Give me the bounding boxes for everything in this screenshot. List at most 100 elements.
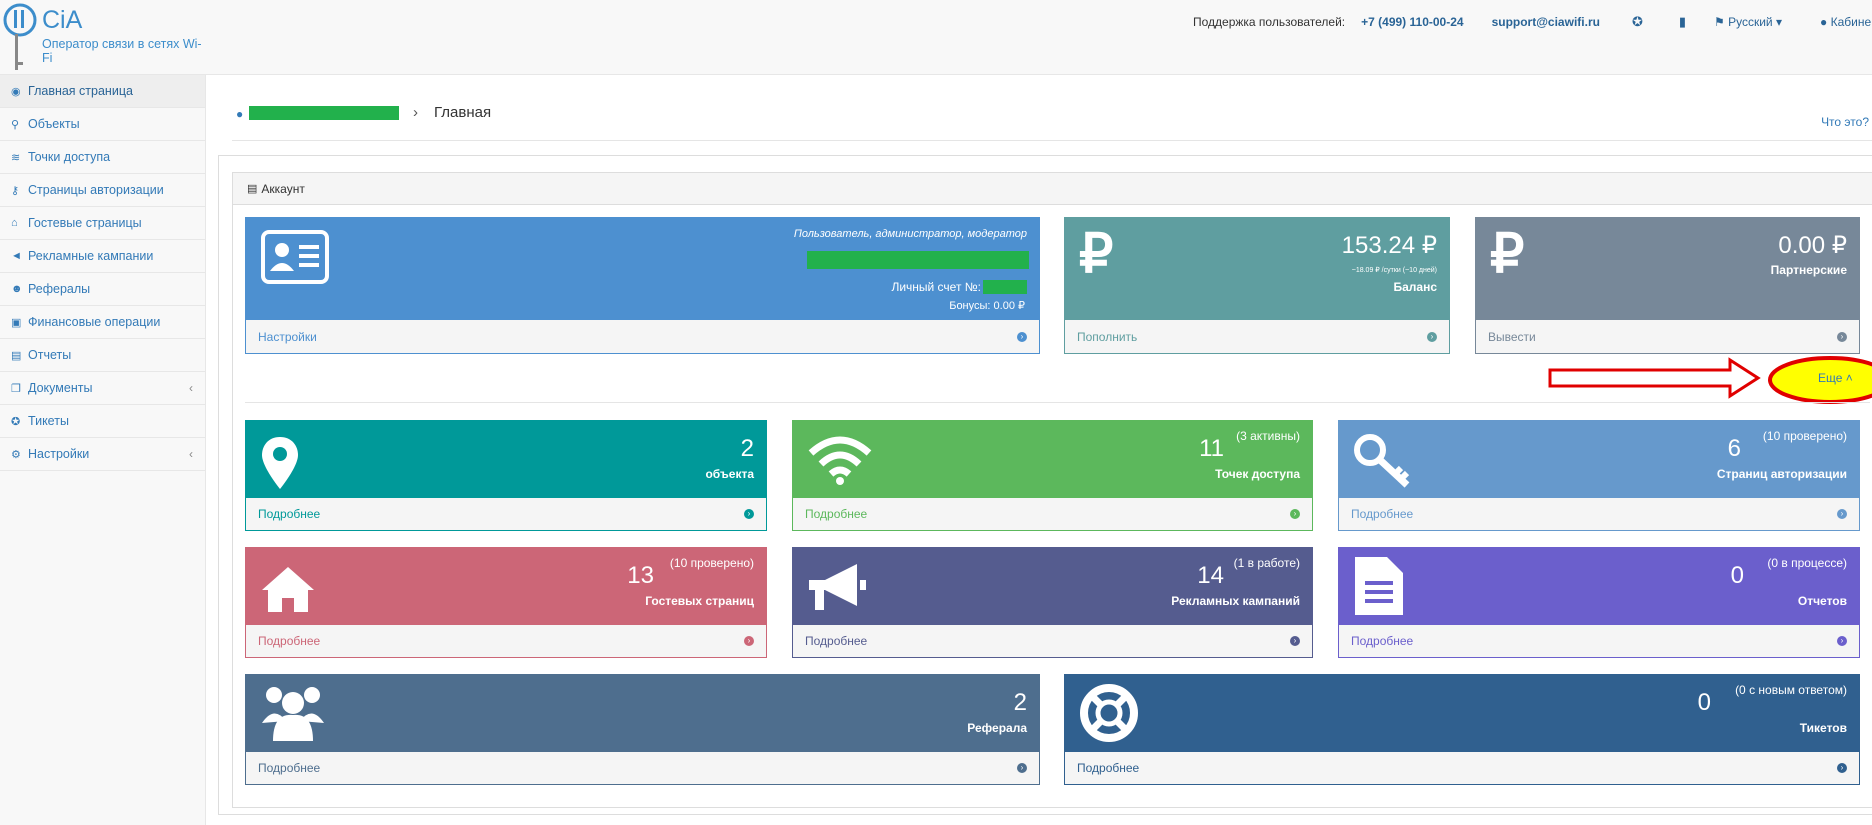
ad-campaigns-details-link[interactable]: Подробнее ›	[793, 624, 1312, 657]
brand-name: CiA	[42, 6, 83, 34]
tile-count: 0	[1697, 689, 1711, 716]
help-lifebuoy-icon[interactable]: ✪	[1632, 14, 1643, 30]
top-right-menu: Поддержка пользователей: +7 (499) 110-00…	[1193, 14, 1871, 30]
tile-extra: (0 с новым ответом)	[1735, 683, 1847, 697]
chevron-left-icon: ‹	[189, 381, 193, 395]
lifebuoy-icon: ✪	[11, 415, 21, 428]
cabinet-menu[interactable]: ● Кабине	[1820, 15, 1871, 29]
map-marker-icon: ⚲	[11, 118, 20, 131]
what-is-this-link[interactable]: Что это?	[1821, 115, 1869, 129]
panel-title: Аккаунт	[261, 181, 305, 196]
support-phone-link[interactable]: +7 (499) 110-00-24	[1361, 15, 1463, 29]
sidebar-item-ad-campaigns[interactable]: ◄ Рекламные кампании	[0, 240, 205, 273]
sidebar-item-tickets[interactable]: ✪ Тикеты	[0, 405, 205, 438]
sidebar-item-guest-pages[interactable]: ⌂ Гостевые страницы	[0, 207, 205, 240]
sidebar-item-finance[interactable]: ▣ Финансовые операции	[0, 306, 205, 339]
tickets-details-link[interactable]: Подробнее ›	[1065, 751, 1859, 784]
arrow-circle-right-icon: ›	[1837, 508, 1847, 519]
more-toggle-link[interactable]: Еще ˄	[1818, 371, 1853, 385]
language-dropdown[interactable]: ⚑ Русский ▾	[1714, 15, 1782, 29]
top-navbar: CiA Оператор связи в сетях Wi-Fi Поддерж…	[0, 0, 1872, 75]
referrals-details-link[interactable]: Подробнее ›	[246, 751, 1039, 784]
sidebar-item-referrals[interactable]: ☻ Рефералы	[0, 273, 205, 306]
tile-count: 11	[1199, 435, 1224, 462]
users-icon	[262, 687, 324, 741]
home-icon	[262, 567, 314, 612]
sidebar-item-label: Гостевые страницы	[28, 216, 142, 230]
book-icon[interactable]: ▮	[1679, 14, 1686, 30]
tickets-tile: 0 (0 с новым ответом) Тикетов Подробнее …	[1064, 674, 1860, 785]
tile-extra: (10 проверено)	[669, 556, 754, 570]
sidebar-item-reports[interactable]: ▤ Отчеты	[0, 339, 205, 372]
footer-label: Подробнее	[258, 760, 321, 775]
sidebar-item-settings[interactable]: ⚙ Настройки ‹	[0, 438, 205, 471]
tile-extra: (0 в процессе)	[1767, 556, 1847, 570]
auth-pages-details-link[interactable]: Подробнее ›	[1339, 497, 1859, 530]
sidebar-item-label: Настройки	[28, 447, 90, 461]
sidebar-item-label: Объекты	[28, 117, 80, 131]
sidebar-item-home[interactable]: ◉ Главная страница	[0, 75, 205, 108]
redacted-account-number	[983, 280, 1027, 294]
id-card-icon	[261, 230, 329, 284]
redacted-name	[807, 251, 1029, 269]
ad-campaigns-tile: 14 (1 в работе) Рекламных кампаний Подро…	[792, 547, 1313, 658]
sidebar-item-auth-pages[interactable]: ⚷ Страницы авторизации	[0, 174, 205, 207]
sidebar-item-label: Тикеты	[28, 414, 69, 428]
arrow-circle-right-icon: ›	[1837, 635, 1847, 646]
tile-count: 14	[1197, 562, 1224, 589]
referrals-tile: 2 Реферала Подробнее ›	[245, 674, 1040, 785]
bullhorn-icon: ◄	[11, 250, 22, 262]
top-up-link[interactable]: Пополнить ›	[1065, 320, 1449, 353]
guest-pages-details-link[interactable]: Подробнее ›	[246, 624, 766, 657]
arrow-circle-right-icon: ›	[1290, 635, 1300, 646]
ruble-icon: ₽	[1490, 224, 1525, 284]
chevron-right-icon: ›	[413, 104, 418, 121]
sidebar-item-documents[interactable]: ❐ Документы ‹	[0, 372, 205, 405]
sidebar-item-access-points[interactable]: ≋ Точки доступа	[0, 141, 205, 174]
tile-count: 6	[1727, 435, 1741, 462]
sidebar-item-label: Точки доступа	[28, 150, 111, 164]
sidebar-item-label: Главная страница	[28, 84, 133, 98]
support-email-link[interactable]: support@ciawifi.ru	[1492, 15, 1600, 29]
tile-label: Гостевых страниц	[645, 594, 754, 608]
footer-label: Подробнее	[1351, 506, 1414, 521]
brand-logo[interactable]: CiA Оператор связи в сетях Wi-Fi	[0, 0, 210, 74]
id-card-icon: ▤	[247, 183, 258, 195]
user-icon: ●	[1819, 15, 1831, 29]
brand-subtitle: Оператор связи в сетях Wi-Fi	[42, 37, 202, 65]
breadcrumb-current: Главная	[434, 104, 492, 121]
cogs-icon: ⚙	[11, 448, 21, 461]
tile-count: 2	[1013, 689, 1027, 716]
partner-tile: ₽ 0.00 ₽ Партнерские Вывести ›	[1475, 217, 1860, 354]
access-points-details-link[interactable]: Подробнее ›	[793, 497, 1312, 530]
reports-details-link[interactable]: Подробнее ›	[1339, 624, 1859, 657]
sidebar-item-label: Отчеты	[28, 348, 72, 362]
sidebar-item-objects[interactable]: ⚲ Объекты	[0, 108, 205, 141]
footer-label: Подробнее	[805, 633, 868, 648]
wifi-icon: ≋	[11, 151, 21, 164]
chevron-left-icon: ‹	[189, 447, 193, 461]
footer-label: Подробнее	[805, 506, 868, 521]
user-icon: ●	[236, 106, 244, 121]
money-icon: ▣	[11, 316, 22, 329]
flag-icon: ⚑	[1714, 15, 1729, 29]
account-number-row: Личный счет №:	[891, 280, 1027, 294]
key-icon: ⚷	[11, 184, 20, 197]
tile-label: Тикетов	[1799, 721, 1847, 735]
language-label: Русский	[1728, 15, 1773, 29]
file-text-icon	[1355, 557, 1403, 615]
account-settings-link[interactable]: Настройки ›	[246, 320, 1039, 353]
balance-label: Баланс	[1393, 280, 1437, 294]
withdraw-link[interactable]: Вывести ›	[1476, 320, 1859, 353]
objects-details-link[interactable]: Подробнее ›	[246, 497, 766, 530]
tile-extra: (1 в работе)	[1233, 556, 1300, 570]
footer-label: Настройки	[258, 329, 317, 344]
auth-pages-tile: 6 (10 проверено) Страниц авторизации Под…	[1338, 420, 1860, 531]
redacted-username[interactable]	[249, 105, 399, 120]
divider	[232, 140, 1872, 141]
dashboard-icon: ◉	[11, 85, 21, 98]
tile-label: Точек доступа	[1215, 467, 1300, 481]
file-icon: ▤	[11, 349, 22, 362]
users-icon: ☻	[11, 283, 23, 295]
balance-note: ~18.09 ₽ /сутки (~10 дней)	[1351, 267, 1437, 274]
